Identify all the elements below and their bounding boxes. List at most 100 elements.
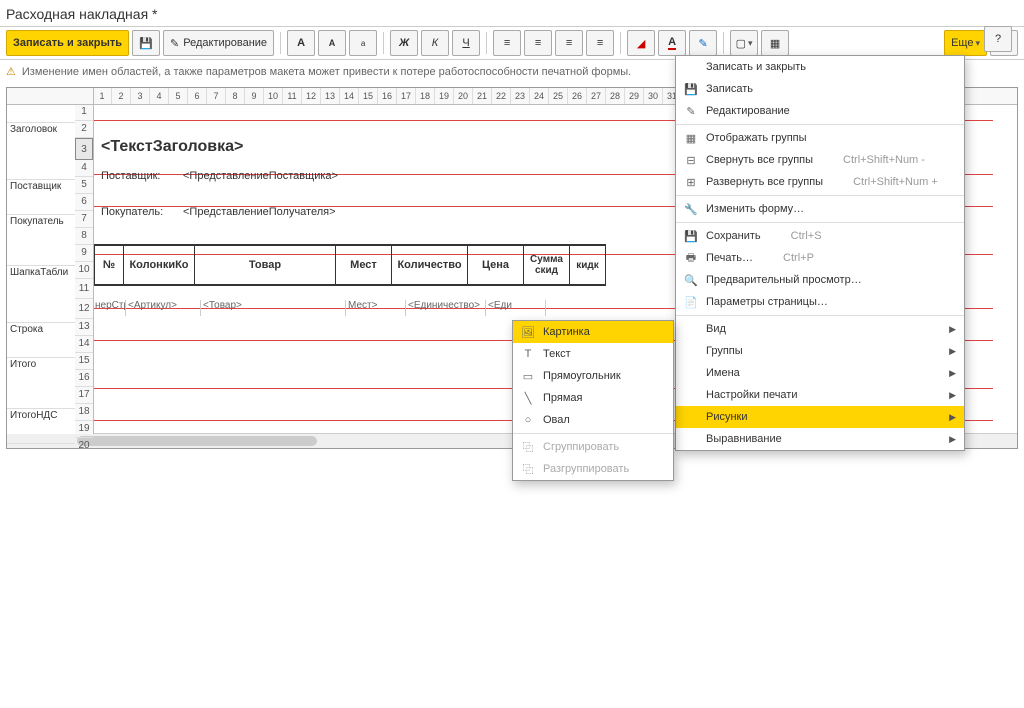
col-header[interactable]: 7 bbox=[207, 88, 226, 104]
more-button[interactable]: Еще▾ bbox=[944, 30, 987, 56]
menu-item[interactable]: 💾Записать bbox=[676, 78, 964, 100]
row-header[interactable]: 13 bbox=[75, 319, 93, 336]
table-data-row[interactable]: нерСтр <Артикул> <Товар> Мест> <Единичес… bbox=[93, 300, 546, 316]
col-header[interactable]: 5 bbox=[169, 88, 188, 104]
col-header[interactable]: 6 bbox=[188, 88, 207, 104]
align-right-button[interactable]: ≡ bbox=[555, 30, 583, 56]
row-header[interactable]: 11 bbox=[75, 279, 93, 299]
buyer-label[interactable]: Покупатель: bbox=[101, 206, 163, 218]
menu-item[interactable]: Группы▶ bbox=[676, 340, 964, 362]
save-close-button[interactable]: Записать и закрыть bbox=[6, 30, 129, 56]
table-header-row[interactable]: № КолонкиКо Товар Мест Количество Цена С… bbox=[93, 244, 606, 286]
row-header[interactable]: 8 bbox=[75, 228, 93, 245]
menu-item[interactable]: ╲Прямая bbox=[513, 387, 673, 409]
col-header[interactable]: 14 bbox=[340, 88, 359, 104]
col-header[interactable]: 17 bbox=[397, 88, 416, 104]
menu-item[interactable]: TТекст bbox=[513, 343, 673, 365]
menu-item[interactable]: ▦Отображать группы bbox=[676, 127, 964, 149]
col-header[interactable]: 22 bbox=[492, 88, 511, 104]
col-header[interactable]: 28 bbox=[606, 88, 625, 104]
col-header[interactable]: 10 bbox=[264, 88, 283, 104]
col-header[interactable]: 19 bbox=[435, 88, 454, 104]
row-numbers[interactable]: 123456789101112131415161718192021 bbox=[75, 104, 94, 434]
font-case-button[interactable]: a bbox=[349, 30, 377, 56]
bg-color-button[interactable]: ◢ bbox=[627, 30, 655, 56]
menu-item[interactable]: ▭Прямоугольник bbox=[513, 365, 673, 387]
menu-item[interactable]: Имена▶ bbox=[676, 362, 964, 384]
menu-item[interactable]: Записать и закрыть bbox=[676, 56, 964, 78]
row-header[interactable]: 4 bbox=[75, 160, 93, 177]
menu-item[interactable]: Выравнивание▶ bbox=[676, 428, 964, 450]
bold-button[interactable]: Ж bbox=[390, 30, 418, 56]
supplier-value[interactable]: <ПредставлениеПоставщика> bbox=[183, 170, 338, 182]
align-justify-button[interactable]: ≡ bbox=[586, 30, 614, 56]
row-header[interactable]: 2 bbox=[75, 121, 93, 138]
buyer-value[interactable]: <ПредставлениеПолучателя> bbox=[183, 206, 336, 218]
col-header[interactable]: 12 bbox=[302, 88, 321, 104]
row-header[interactable]: 17 bbox=[75, 387, 93, 404]
merge-button[interactable]: ▦ bbox=[761, 30, 789, 56]
menu-item[interactable]: Вид▶ bbox=[676, 318, 964, 340]
align-left-button[interactable]: ≡ bbox=[493, 30, 521, 56]
title-template-text[interactable]: <ТекстЗаголовка> bbox=[101, 138, 243, 156]
row-header[interactable]: 9 bbox=[75, 245, 93, 262]
scrollbar-thumb[interactable] bbox=[77, 436, 317, 446]
font-smaller-button[interactable]: A bbox=[318, 30, 346, 56]
menu-item[interactable]: Настройки печати▶ bbox=[676, 384, 964, 406]
col-header[interactable]: 15 bbox=[359, 88, 378, 104]
italic-button[interactable]: К bbox=[421, 30, 449, 56]
menu-item[interactable]: 🖼Картинка bbox=[513, 321, 673, 343]
row-header[interactable]: 14 bbox=[75, 336, 93, 353]
row-header[interactable]: 12 bbox=[75, 299, 93, 319]
col-header[interactable]: 8 bbox=[226, 88, 245, 104]
menu-item[interactable]: ○Овал bbox=[513, 409, 673, 431]
row-header[interactable]: 10 bbox=[75, 262, 93, 279]
menu-item[interactable]: ✎Редактирование bbox=[676, 100, 964, 122]
menu-item[interactable]: 🔧Изменить форму… bbox=[676, 198, 964, 220]
col-header[interactable]: 13 bbox=[321, 88, 340, 104]
row-header[interactable]: 16 bbox=[75, 370, 93, 387]
font-bigger-button[interactable]: A bbox=[287, 30, 315, 56]
row-header[interactable]: 7 bbox=[75, 211, 93, 228]
supplier-label[interactable]: Поставщик: bbox=[101, 170, 160, 182]
col-header[interactable]: 4 bbox=[150, 88, 169, 104]
col-header[interactable]: 24 bbox=[530, 88, 549, 104]
row-header[interactable]: 5 bbox=[75, 177, 93, 194]
menu-item[interactable]: 🔍Предварительный просмотр… bbox=[676, 269, 964, 291]
row-header[interactable]: 1 bbox=[75, 104, 93, 121]
col-header[interactable]: 25 bbox=[549, 88, 568, 104]
row-header[interactable]: 18 bbox=[75, 404, 93, 421]
col-header[interactable]: 20 bbox=[454, 88, 473, 104]
col-header[interactable]: 2 bbox=[112, 88, 131, 104]
menu-item[interactable]: ⊞Развернуть все группыCtrl+Shift+Num + bbox=[676, 171, 964, 193]
col-header[interactable]: 16 bbox=[378, 88, 397, 104]
text-color-button[interactable]: А bbox=[658, 30, 686, 56]
col-header[interactable]: 18 bbox=[416, 88, 435, 104]
row-header[interactable]: 19 bbox=[75, 421, 93, 438]
menu-item[interactable]: 📄Параметры страницы… bbox=[676, 291, 964, 313]
row-header[interactable]: 6 bbox=[75, 194, 93, 211]
menu-item[interactable]: ⊟Свернуть все группыCtrl+Shift+Num - bbox=[676, 149, 964, 171]
col-header[interactable]: 21 bbox=[473, 88, 492, 104]
col-header[interactable]: 29 bbox=[625, 88, 644, 104]
save-button[interactable]: 💾 bbox=[132, 30, 160, 56]
row-header[interactable]: 20 bbox=[75, 438, 93, 449]
col-header[interactable]: 11 bbox=[283, 88, 302, 104]
row-header[interactable]: 15 bbox=[75, 353, 93, 370]
border-color-button[interactable]: ✎ bbox=[689, 30, 717, 56]
col-header[interactable]: 3 bbox=[131, 88, 150, 104]
col-header[interactable]: 27 bbox=[587, 88, 606, 104]
edit-button[interactable]: ✎Редактирование bbox=[163, 30, 274, 56]
menu-item[interactable]: 🖶Печать…Ctrl+P bbox=[676, 247, 964, 269]
align-center-button[interactable]: ≡ bbox=[524, 30, 552, 56]
col-header[interactable]: 23 bbox=[511, 88, 530, 104]
col-header[interactable]: 9 bbox=[245, 88, 264, 104]
help-top-button[interactable]: ? bbox=[984, 26, 1012, 52]
borders-button[interactable]: ▢▾ bbox=[730, 30, 758, 56]
col-header[interactable]: 1 bbox=[93, 88, 112, 104]
row-header[interactable]: 3 bbox=[75, 138, 93, 160]
col-header[interactable]: 30 bbox=[644, 88, 663, 104]
menu-item[interactable]: 💾СохранитьCtrl+S bbox=[676, 225, 964, 247]
menu-item[interactable]: Рисунки▶ bbox=[676, 406, 964, 428]
underline-button[interactable]: Ч bbox=[452, 30, 480, 56]
